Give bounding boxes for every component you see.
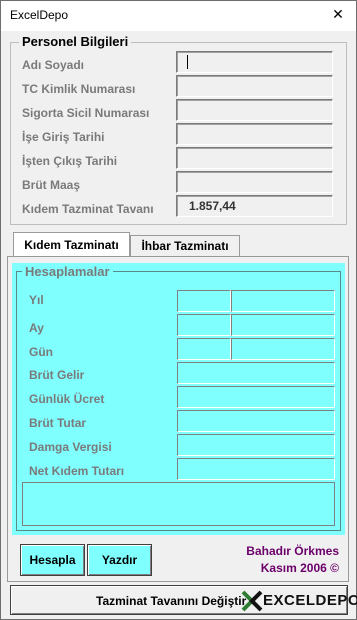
tab-ihbar-label: İhbar Tazminatı: [141, 239, 229, 253]
credit-name: Bahadır Örkmes: [246, 544, 339, 558]
logo-x-icon: [241, 590, 263, 612]
label-adi-soyadi: Adı Soyadı: [22, 58, 85, 72]
credit-date: Kasım 2006 ©: [260, 561, 339, 575]
label-gunluk-ucret: Günlük Ücret: [29, 392, 105, 406]
adi-soyadi-field[interactable]: [176, 51, 333, 73]
hesapla-label: Hesapla: [29, 553, 76, 567]
title-bar: ExcelDepo ✕: [1, 1, 356, 31]
label-tc-kimlik: TC Kimlik Numarası: [22, 82, 136, 96]
label-ise-giris: İşe Giriş Tarihi: [22, 130, 105, 144]
tab-ihbar-tazminati[interactable]: İhbar Tazminatı: [130, 235, 240, 256]
yazdir-label: Yazdır: [101, 553, 138, 567]
ay-field: [177, 314, 231, 336]
kidem-tavan-field: 1.857,44: [176, 195, 333, 217]
yil-detail-field: [231, 290, 335, 312]
label-yil: Yıl: [29, 293, 44, 307]
personel-legend: Personel Bilgileri: [19, 34, 132, 49]
label-brut-maas: Brüt Maaş: [22, 178, 81, 192]
text-caret: [187, 55, 188, 69]
sigorta-sicil-field[interactable]: [176, 99, 333, 121]
tc-kimlik-field[interactable]: [176, 75, 333, 97]
gun-field: [177, 338, 231, 360]
hesaplamalar-legend: Hesaplamalar: [22, 264, 113, 279]
label-kidem-tavan: Kıdem Tazminat Tavanı: [22, 202, 154, 216]
yazdir-button[interactable]: Yazdır: [87, 544, 152, 576]
ay-detail-field: [231, 314, 335, 336]
yil-field: [177, 290, 231, 312]
hesapla-button[interactable]: Hesapla: [20, 544, 85, 576]
kidem-tavan-value: 1.857,44: [189, 199, 236, 213]
window-title: ExcelDepo: [10, 8, 69, 22]
ise-giris-field[interactable]: [176, 123, 333, 145]
label-damga-vergisi: Damga Vergisi: [29, 440, 112, 454]
exceldepo-logo: EXCELDEPO: [241, 589, 357, 613]
label-gun: Gün: [29, 345, 53, 359]
label-isten-cikis: İşten Çıkış Tarihi: [22, 154, 118, 168]
app-window: ExcelDepo ✕ Personel Bilgileri Adı Soyad…: [0, 0, 357, 620]
brut-tutar-field: [177, 410, 335, 432]
brut-gelir-field: [177, 362, 335, 384]
label-ay: Ay: [29, 321, 44, 335]
tab-kidem-label: Kıdem Tazminatı: [24, 238, 119, 252]
label-brut-gelir: Brüt Gelir: [29, 368, 85, 382]
label-brut-tutar: Brüt Tutar: [29, 416, 87, 430]
logo-text: EXCELDEPO: [263, 592, 357, 609]
net-kidem-field: [177, 458, 335, 480]
close-icon[interactable]: ✕: [328, 6, 348, 23]
label-sigorta-sicil: Sigorta Sicil Numarası: [22, 106, 150, 120]
notes-box: [22, 482, 335, 526]
gunluk-ucret-field: [177, 386, 335, 408]
label-net-kidem: Net Kıdem Tutarı: [29, 464, 125, 478]
isten-cikis-field[interactable]: [176, 147, 333, 169]
tavan-degistir-label: Tazminat Tavanını Değiştir: [96, 594, 247, 608]
damga-vergisi-field: [177, 434, 335, 456]
tab-kidem-tazminati[interactable]: Kıdem Tazminatı: [13, 232, 130, 256]
gun-detail-field: [231, 338, 335, 360]
brut-maas-field[interactable]: [176, 171, 333, 193]
